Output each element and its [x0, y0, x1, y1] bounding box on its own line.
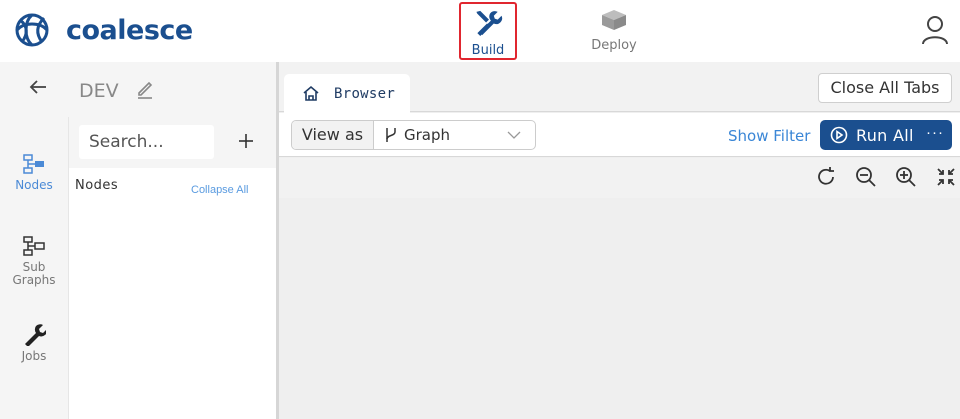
nodes-section-title: Nodes [75, 178, 119, 193]
nav-build-label: Build [471, 43, 505, 58]
subgraphs-icon [23, 236, 45, 256]
tab-bar: Browser Close All Tabs [279, 62, 960, 113]
add-node-icon[interactable] [236, 131, 256, 151]
rail-item-jobs[interactable]: Jobs [0, 322, 68, 363]
deploy-box-icon [602, 10, 626, 30]
zoom-in-icon[interactable] [895, 166, 917, 188]
view-as-dropdown[interactable]: Graph [374, 121, 535, 149]
left-rail: Nodes Sub Graphs Jobs [0, 117, 68, 419]
home-icon [303, 85, 319, 101]
rail-item-label: Jobs [21, 349, 47, 363]
user-account-icon[interactable] [921, 15, 949, 45]
tab-browser[interactable]: Browser [284, 74, 410, 113]
nav-deploy-label: Deploy [591, 38, 637, 53]
panel-search-bar [69, 117, 277, 168]
graph-toolbar: View as Graph Show Filter Run All ··· [279, 113, 960, 157]
brand-logo[interactable]: coalesce [14, 12, 193, 48]
back-arrow-icon[interactable] [29, 78, 47, 96]
refresh-icon[interactable] [815, 166, 837, 188]
rail-item-subgraphs[interactable]: Sub Graphs [0, 235, 68, 287]
show-filter-link[interactable]: Show Filter [728, 127, 810, 145]
view-as-label: View as [292, 121, 374, 149]
edit-pencil-icon[interactable] [136, 79, 154, 99]
rail-item-label: Nodes [15, 178, 53, 192]
brand-name: coalesce [66, 14, 193, 46]
play-circle-icon [830, 126, 848, 144]
graph-controls [279, 158, 960, 198]
tab-browser-label: Browser [334, 85, 396, 102]
zoom-out-icon[interactable] [855, 166, 877, 188]
view-as-value: Graph [404, 126, 451, 144]
coalesce-logo-icon [15, 13, 49, 47]
run-options-more[interactable]: ··· [926, 124, 944, 141]
build-tools-icon [476, 10, 503, 37]
nav-build-tab[interactable]: Build [459, 2, 517, 60]
environment-header: DEV [0, 62, 276, 117]
collapse-all-link[interactable]: Collapse All [191, 184, 248, 196]
run-all-button[interactable]: Run All ··· [820, 120, 952, 150]
view-as-select[interactable]: View as Graph [291, 120, 536, 150]
wrench-icon [25, 324, 46, 346]
environment-name: DEV [79, 80, 119, 102]
graph-branch-icon [386, 128, 396, 142]
main-workspace: Browser Close All Tabs View as Graph Sho… [279, 62, 960, 419]
nodes-panel: Nodes Collapse All [68, 117, 277, 419]
node-search-input[interactable] [79, 125, 214, 159]
rail-item-label: Sub Graphs [12, 260, 56, 287]
fit-to-screen-icon[interactable] [935, 166, 957, 188]
chevron-down-icon [507, 131, 521, 139]
nodes-icon [23, 154, 44, 174]
rail-item-nodes[interactable]: Nodes [0, 153, 68, 192]
top-bar: coalesce Build Deploy [0, 0, 960, 62]
close-all-tabs-button[interactable]: Close All Tabs [818, 73, 952, 103]
nav-deploy-tab[interactable]: Deploy [585, 2, 643, 60]
run-all-label: Run All [856, 125, 914, 145]
graph-canvas[interactable] [279, 198, 960, 419]
